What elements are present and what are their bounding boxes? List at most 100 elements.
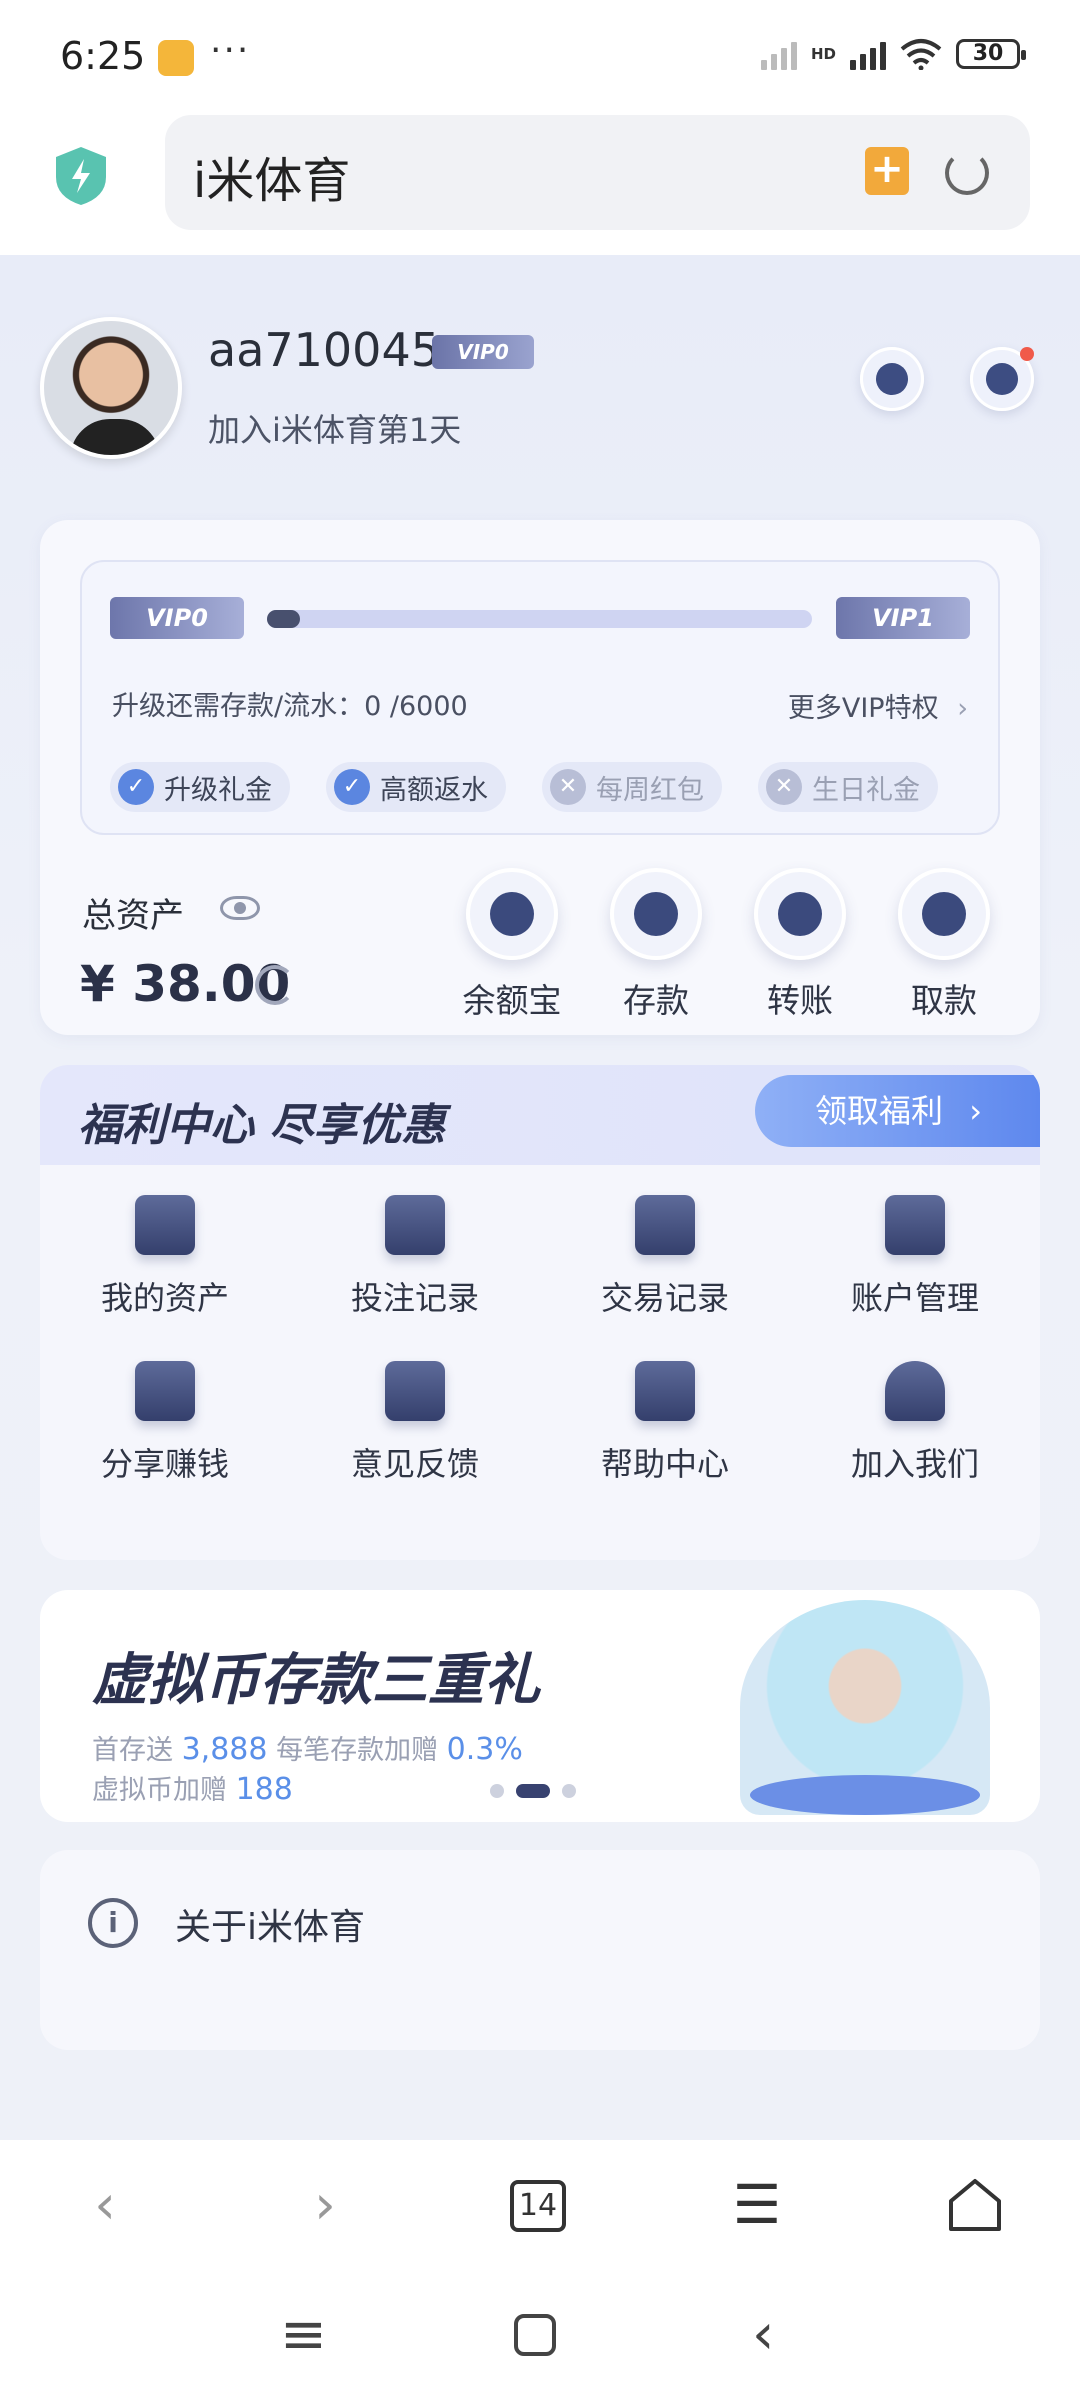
unread-dot xyxy=(1020,347,1034,361)
records-icon xyxy=(385,1195,445,1255)
home-icon[interactable] xyxy=(945,2175,1005,2235)
vip-progress-panel: VIP0 VIP1 升级还需存款/流水：0 /6000 更多VIP特权 › ✓ 升… xyxy=(80,560,1000,835)
share-earn-item[interactable]: 分享赚钱 xyxy=(40,1361,290,1485)
grid-label: 投注记录 xyxy=(350,1279,479,1317)
book-icon xyxy=(635,1361,695,1421)
messages-button[interactable] xyxy=(970,347,1034,411)
my-assets-item[interactable]: 我的资产 xyxy=(40,1195,290,1319)
grid-label: 帮助中心 xyxy=(600,1445,729,1483)
signal-sim2-icon xyxy=(760,38,797,70)
vip-card: VIP0 VIP1 升级还需存款/流水：0 /6000 更多VIP特权 › ✓ 升… xyxy=(40,520,1040,1035)
grid-label: 交易记录 xyxy=(600,1279,729,1317)
benefit-label: 每周红包 xyxy=(596,774,704,806)
grid-label: 我的资产 xyxy=(100,1279,229,1317)
vip-progress-fill xyxy=(267,610,300,628)
vip-progress-bar xyxy=(267,610,812,628)
handshake-icon xyxy=(135,1361,195,1421)
system-nav-bar: ≡ ‹ xyxy=(0,2270,1080,2400)
carousel-dot[interactable] xyxy=(516,1784,550,1798)
recent-apps-icon[interactable]: ≡ xyxy=(280,2300,327,2370)
url-field[interactable]: i米体育 + xyxy=(165,115,1030,230)
grid-label: 加入我们 xyxy=(850,1445,979,1483)
gear-icon xyxy=(876,363,908,395)
next-vip-tag: VIP1 xyxy=(836,597,970,639)
users-icon xyxy=(885,1361,945,1421)
carousel-dots xyxy=(490,1784,576,1798)
tabs-button[interactable]: 14 xyxy=(510,2180,566,2232)
status-time: 6:25 xyxy=(60,34,146,78)
banner-line-2: 虚拟币加赠 188 xyxy=(92,1768,293,1807)
join-us-item[interactable]: 加入我们 xyxy=(790,1361,1040,1485)
card-icon xyxy=(898,868,990,960)
transfer-button[interactable]: 转账 xyxy=(740,868,860,1022)
benefit-chip: ✓ 高额返水 xyxy=(326,762,506,812)
banner-label: 虚拟币加赠 xyxy=(92,1775,227,1806)
username: aa710045 xyxy=(208,323,440,377)
welfare-center: 福利中心 尽享优惠 领取福利 › 我的资产 投注记录 交易记录 账户管理 分享赚… xyxy=(40,1065,1040,1560)
wallet-icon xyxy=(135,1195,195,1255)
action-label: 转账 xyxy=(767,981,833,1020)
banner-line-1: 首存送 3,888 每笔存款加赠 0.3% xyxy=(92,1728,523,1767)
bet-records-item[interactable]: 投注记录 xyxy=(290,1195,540,1319)
benefit-chip: ✕ 每周红包 xyxy=(542,762,722,812)
claim-welfare-button[interactable]: 领取福利 › xyxy=(755,1075,1040,1147)
upgrade-label: 升级还需存款/流水： xyxy=(112,691,365,722)
account-management-item[interactable]: 账户管理 xyxy=(790,1195,1040,1319)
chat-icon xyxy=(986,363,1018,395)
hd-icon: HD xyxy=(810,45,836,63)
banner-value: 0.3% xyxy=(446,1732,523,1767)
home-button-icon[interactable] xyxy=(513,2313,557,2357)
browser-nav-bar: ‹ › 14 ☰ xyxy=(0,2140,1080,2270)
settings-button[interactable] xyxy=(860,347,924,411)
transaction-records-item[interactable]: 交易记录 xyxy=(540,1195,790,1319)
carousel-dot[interactable] xyxy=(490,1784,504,1798)
forward-icon[interactable]: › xyxy=(290,2170,360,2240)
cross-icon: ✕ xyxy=(550,769,586,805)
banner-illustration xyxy=(740,1600,990,1815)
grid-label: 意见反馈 xyxy=(350,1445,479,1483)
edit-icon xyxy=(385,1361,445,1421)
wifi-icon xyxy=(900,39,942,70)
grid-label: 账户管理 xyxy=(850,1279,979,1317)
more-vip-link[interactable]: 更多VIP特权 › xyxy=(788,686,968,725)
total-assets-label: 总资产 xyxy=(82,896,184,936)
info-icon: i xyxy=(88,1898,138,1948)
help-center-item[interactable]: 帮助中心 xyxy=(540,1361,790,1485)
more-notifications-icon: ··· xyxy=(210,30,251,71)
page-content: aa710045 VIP0 加入i米体育第1天 VIP0 VIP1 升级还需存款… xyxy=(0,255,1080,2395)
promo-banner[interactable]: 虚拟币存款三重礼 首存送 3,888 每笔存款加赠 0.3% 虚拟币加赠 188 xyxy=(40,1590,1040,1822)
chevron-right-icon: › xyxy=(969,1092,982,1130)
benefit-label: 高额返水 xyxy=(380,774,488,806)
benefit-chip: ✓ 升级礼金 xyxy=(110,762,290,812)
about-card[interactable]: i 关于i米体育 xyxy=(40,1850,1040,2050)
welfare-grid: 我的资产 投注记录 交易记录 账户管理 分享赚钱 意见反馈 帮助中心 加入我们 xyxy=(40,1195,1040,1485)
banner-label: 每笔存款加赠 xyxy=(276,1735,439,1766)
more-vip-label: 更多VIP特权 xyxy=(787,693,939,724)
avatar[interactable] xyxy=(40,317,182,459)
back-icon[interactable]: ‹ xyxy=(70,2170,140,2240)
action-label: 取款 xyxy=(911,981,977,1020)
banner-label: 首存送 xyxy=(92,1735,173,1766)
refresh-icon[interactable] xyxy=(255,965,295,1005)
cross-icon: ✕ xyxy=(766,769,802,805)
add-bookmark-icon[interactable]: + xyxy=(865,147,909,195)
shield-icon[interactable] xyxy=(52,145,110,207)
clipboard-icon xyxy=(635,1195,695,1255)
yuebao-button[interactable]: 余额宝 xyxy=(452,868,572,1022)
welfare-title: 福利中心 尽享优惠 xyxy=(78,1100,446,1151)
action-label: 存款 xyxy=(623,981,689,1020)
battery-icon: 30 xyxy=(956,39,1026,69)
feedback-item[interactable]: 意见反馈 xyxy=(290,1361,540,1485)
withdraw-button[interactable]: 取款 xyxy=(884,868,1004,1022)
carousel-dot[interactable] xyxy=(562,1784,576,1798)
eye-icon[interactable] xyxy=(220,896,260,920)
vip-benefits: ✓ 升级礼金 ✓ 高额返水 ✕ 每周红包 ✕ 生日礼金 xyxy=(110,762,938,812)
back-button-icon[interactable]: ‹ xyxy=(752,2300,774,2370)
benefit-label: 生日礼金 xyxy=(812,774,920,806)
claim-welfare-label: 领取福利 xyxy=(815,1092,944,1130)
status-bar: 6:25 ··· HD 30 xyxy=(0,0,1080,115)
benefit-label: 升级礼金 xyxy=(164,774,272,806)
reload-icon[interactable] xyxy=(945,151,989,195)
deposit-button[interactable]: 存款 xyxy=(596,868,716,1022)
menu-icon[interactable]: ☰ xyxy=(722,2170,792,2240)
